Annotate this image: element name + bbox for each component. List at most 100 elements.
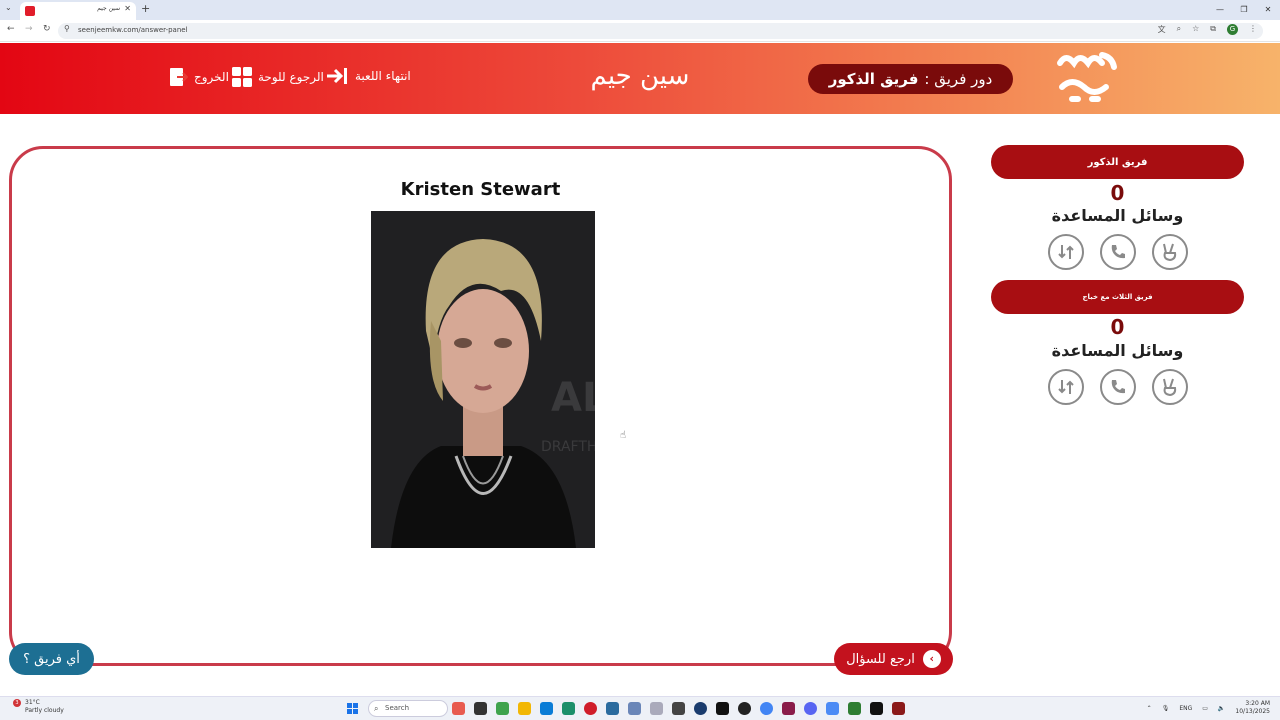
bookmark-star-icon[interactable]: ☆ bbox=[1192, 24, 1199, 35]
clock-time: 3:20 AM bbox=[1245, 700, 1270, 707]
url-text[interactable]: seenjeemkw.com/answer-panel bbox=[78, 26, 188, 34]
end-game-button[interactable]: انتهاء اللعبة bbox=[325, 67, 411, 85]
answer-card: Kristen Stewart AL DRAFTH bbox=[9, 146, 952, 666]
which-team-label: أي فريق ؟ bbox=[23, 651, 80, 667]
app-header: دور فريق : فريق الذكور سين جيم انتهاء ال… bbox=[0, 43, 1280, 114]
zoom-icon[interactable]: ⌕ bbox=[1177, 24, 1181, 35]
taskbar-search[interactable]: ⌕ Search bbox=[368, 700, 448, 717]
close-tab-icon[interactable]: ✕ bbox=[124, 4, 131, 13]
back-to-question-button[interactable]: › ارجع للسؤال bbox=[834, 643, 953, 675]
minimize-button[interactable]: — bbox=[1208, 0, 1232, 20]
menu-kebab-icon[interactable]: ⋮ bbox=[1249, 24, 1257, 35]
back-to-board-label: الرجوع للوحة bbox=[258, 70, 324, 84]
chrome-icon[interactable] bbox=[760, 702, 773, 715]
weather-badge: 3 bbox=[13, 699, 21, 707]
peace-hand-icon[interactable] bbox=[1152, 234, 1188, 270]
taskbar-apps bbox=[452, 702, 905, 715]
close-window-button[interactable]: ✕ bbox=[1256, 0, 1280, 20]
weather-widget[interactable]: 3 31°C Partly cloudy bbox=[13, 699, 64, 715]
browser-tab[interactable]: سين جيم ✕ bbox=[20, 2, 136, 20]
task-view-icon[interactable] bbox=[474, 702, 487, 715]
team-1-name: فريق الذكور bbox=[1087, 156, 1148, 168]
file-explorer-icon[interactable] bbox=[518, 702, 531, 715]
discord-icon[interactable] bbox=[804, 702, 817, 715]
peace-hand-icon[interactable] bbox=[1152, 369, 1188, 405]
app-icon[interactable] bbox=[606, 702, 619, 715]
forward-arrow-icon[interactable]: → bbox=[25, 24, 33, 34]
back-to-board-button[interactable]: الرجوع للوحة bbox=[232, 67, 324, 87]
app-icon[interactable] bbox=[892, 702, 905, 715]
window-controls: — ❐ ✕ bbox=[1208, 0, 1280, 20]
team-2-pill: فريق الثلاث مع خباج bbox=[991, 280, 1244, 314]
notepad-icon[interactable] bbox=[628, 702, 641, 715]
team-2-score: 0 bbox=[1110, 315, 1125, 339]
reload-icon[interactable]: ↻ bbox=[43, 24, 51, 34]
site-title: سين جيم bbox=[590, 61, 690, 91]
app-icon[interactable] bbox=[870, 702, 883, 715]
team-2-name: فريق الثلاث مع خباج bbox=[1082, 293, 1153, 301]
seen-jeem-logo bbox=[1057, 52, 1117, 102]
site-favicon-icon bbox=[25, 6, 35, 16]
windows-start-icon[interactable] bbox=[347, 703, 358, 714]
steam-icon[interactable] bbox=[694, 702, 707, 715]
app-icon[interactable] bbox=[782, 702, 795, 715]
team-1-helps-label: وسائل المساعدة bbox=[1051, 206, 1184, 225]
language-indicator[interactable]: ENG bbox=[1179, 705, 1192, 712]
browser-tab-strip: ⌄ سين جيم ✕ + — ❐ ✕ bbox=[0, 0, 1280, 20]
team-1-pill: فريق الذكور bbox=[991, 145, 1244, 179]
back-arrow-icon[interactable]: ← bbox=[7, 24, 15, 34]
app-icon[interactable] bbox=[848, 702, 861, 715]
clock-date: 10/13/2025 bbox=[1235, 708, 1270, 715]
translate-icon[interactable]: 文 bbox=[1158, 24, 1166, 35]
volume-icon[interactable]: 🔈 bbox=[1218, 705, 1225, 712]
answer-title: Kristen Stewart bbox=[400, 179, 561, 200]
app-icon[interactable] bbox=[716, 702, 729, 715]
phone-call-icon[interactable] bbox=[1100, 369, 1136, 405]
mouse-pointer-icon: ☝ bbox=[620, 430, 627, 441]
app-icon[interactable] bbox=[826, 702, 839, 715]
github-icon[interactable] bbox=[738, 702, 751, 715]
edge-icon[interactable] bbox=[562, 702, 575, 715]
widgets-app-icon[interactable] bbox=[452, 702, 465, 715]
swap-question-icon[interactable] bbox=[1048, 369, 1084, 405]
app-icon[interactable] bbox=[650, 702, 663, 715]
search-placeholder: Search bbox=[385, 704, 410, 712]
copilot-icon[interactable] bbox=[496, 702, 509, 715]
which-team-button[interactable]: أي فريق ؟ bbox=[9, 643, 94, 675]
opera-icon[interactable] bbox=[584, 702, 597, 715]
swap-question-icon[interactable] bbox=[1048, 234, 1084, 270]
svg-text:AL: AL bbox=[551, 375, 595, 421]
phone-call-icon[interactable] bbox=[1100, 234, 1136, 270]
grid-icon bbox=[232, 67, 252, 87]
clock[interactable]: 3:20 AM 10/13/2025 bbox=[1235, 700, 1270, 716]
microphone-icon[interactable]: 🎙 bbox=[1162, 705, 1170, 712]
tab-search-icon[interactable]: ⌄ bbox=[5, 3, 12, 12]
new-tab-button[interactable]: + bbox=[141, 2, 150, 15]
terminal-icon[interactable] bbox=[672, 702, 685, 715]
store-icon[interactable] bbox=[540, 702, 553, 715]
turn-label: دور فريق : bbox=[924, 70, 993, 88]
browser-toolbar: ← → ↻ ⚲ seenjeemkw.com/answer-panel 文 ⌕ … bbox=[0, 20, 1280, 42]
windows-taskbar: 3 31°C Partly cloudy ⌕ Search ⌃ 🎙 ENG ▭ bbox=[0, 696, 1280, 720]
extensions-icon[interactable]: ⧉ bbox=[1210, 24, 1216, 35]
svg-text:DRAFTH: DRAFTH bbox=[541, 439, 595, 455]
back-to-question-label: ارجع للسؤال bbox=[846, 651, 915, 667]
network-icon[interactable]: ▭ bbox=[1202, 705, 1208, 712]
exit-button[interactable]: الخروج bbox=[168, 67, 229, 87]
site-info-icon[interactable]: ⚲ bbox=[64, 24, 70, 33]
team-1-lifelines bbox=[1048, 234, 1188, 270]
team-1-score: 0 bbox=[1110, 181, 1125, 205]
team-2-helps-label: وسائل المساعدة bbox=[1051, 341, 1184, 360]
answer-photo: AL DRAFTH bbox=[371, 211, 595, 548]
profile-avatar[interactable]: G bbox=[1227, 24, 1238, 35]
address-bar[interactable]: ⚲ seenjeemkw.com/answer-panel 文 ⌕ ☆ ⧉ G … bbox=[58, 23, 1263, 39]
end-game-label: انتهاء اللعبة bbox=[355, 69, 411, 83]
chevron-up-icon[interactable]: ⌃ bbox=[1147, 705, 1152, 712]
system-tray: ⌃ 🎙 ENG ▭ 🔈 3:20 AM 10/13/2025 bbox=[1147, 700, 1270, 716]
current-turn-badge: دور فريق : فريق الذكور bbox=[808, 64, 1013, 94]
team-2-lifelines bbox=[1048, 369, 1188, 405]
exit-label: الخروج bbox=[194, 70, 229, 84]
weather-temp: 31°C bbox=[25, 699, 40, 706]
chevron-right-icon: › bbox=[922, 650, 941, 668]
maximize-button[interactable]: ❐ bbox=[1232, 0, 1256, 20]
